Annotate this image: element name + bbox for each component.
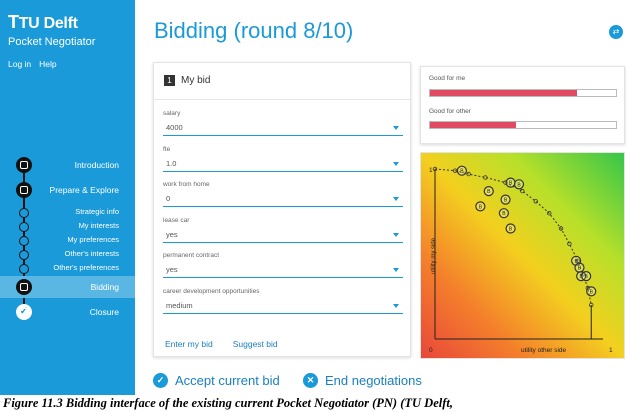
sidebar-step-prepare-explore[interactable]: Prepare & Explore: [0, 182, 135, 198]
swap-icon[interactable]: ⇄: [609, 25, 623, 39]
field-select[interactable]: 0: [163, 194, 403, 207]
bid-field-work-from-home: work from home 0: [163, 181, 403, 207]
bid-field-career-development-opportunities: career development opportunities medium: [163, 288, 403, 314]
chevron-down-icon: [393, 161, 399, 166]
step-dot-icon: [16, 157, 32, 173]
field-value: yes: [166, 265, 178, 274]
frontier-point: [533, 199, 538, 204]
step-dot-icon: [19, 250, 29, 260]
good-for-other-fill: [430, 122, 516, 128]
step-label: Strategic info: [75, 207, 119, 216]
step-dot-icon: [19, 236, 29, 246]
field-value: 4000: [166, 123, 183, 132]
bid-number-badge: 1: [164, 75, 175, 86]
y-tick-1: 1: [429, 167, 433, 174]
top-nav: Log in Help: [8, 59, 57, 69]
frontier-point: [520, 188, 525, 194]
step-label: Prepare & Explore: [49, 185, 119, 195]
sidebar-step-other-s-preferences[interactable]: Other's preferences: [0, 261, 135, 275]
bid-field-salary: salary 4000: [163, 110, 403, 136]
chevron-down-icon: [393, 303, 399, 308]
field-label: salary: [163, 110, 181, 117]
sidebar-step-my-preferences[interactable]: My preferences: [0, 233, 135, 247]
my-bid-header: 1 My bid: [164, 75, 210, 86]
sidebar-step-other-s-interests[interactable]: Other's interests: [0, 247, 135, 261]
field-label: work from home: [163, 181, 210, 188]
end-negotiations-label: End negotiations: [325, 373, 422, 388]
step-dot-icon: [16, 279, 32, 295]
step-dot-icon: [19, 264, 29, 274]
utility-plot[interactable]: BBBBBBBBBBBBB utility my side utility ot…: [420, 152, 625, 359]
chevron-down-icon: [393, 197, 399, 201]
step-label: Closure: [89, 307, 119, 317]
chevron-down-icon: [393, 232, 399, 237]
step-label: My preferences: [67, 235, 119, 244]
page-title: Bidding (round 8/10): [154, 18, 354, 43]
step-dot-icon: [16, 182, 32, 198]
field-value: yes: [166, 229, 178, 239]
y-axis-label: utility my side: [431, 237, 438, 275]
step-label: Introduction: [74, 160, 119, 170]
chevron-down-icon: [393, 126, 399, 130]
sidebar-step-introduction[interactable]: Introduction: [0, 157, 135, 173]
accept-bid-label: Accept current bid: [175, 373, 280, 388]
app-name: Pocket Negotiator: [8, 36, 96, 48]
chevron-down-icon: [393, 268, 399, 272]
field-select[interactable]: medium: [163, 301, 403, 314]
login-link[interactable]: Log in: [8, 59, 31, 69]
sidebar-step-bidding[interactable]: Bidding: [0, 276, 135, 298]
step-dot-icon: [19, 222, 29, 232]
good-for-me-fill: [430, 90, 577, 96]
x-axis-label: utility other side: [521, 347, 567, 354]
good-for-other-label: Good for other: [429, 108, 471, 115]
field-value: 0: [166, 194, 171, 203]
divider: [154, 99, 410, 100]
sidebar-step-my-interests[interactable]: My interests: [0, 219, 135, 233]
my-bid-title: My bid: [181, 75, 211, 86]
my-bid-card: 1 My bid salary 4000 fte 1.0 work from home 0…: [153, 62, 411, 357]
bid-field-permanent-contract: permanent contract yes: [163, 252, 403, 278]
field-select[interactable]: 4000: [163, 123, 403, 136]
field-label: permanent contract: [163, 252, 220, 259]
good-for-other-bar: [429, 121, 617, 129]
pareto-frontier: [434, 168, 592, 306]
logo-text: TU Delft: [18, 15, 78, 32]
bid-actions: Enter my bid Suggest bid: [165, 339, 278, 349]
field-select[interactable]: yes: [163, 265, 403, 278]
step-dot-icon: [19, 208, 29, 218]
close-circle-icon: ✕: [303, 373, 318, 388]
sidebar-step-strategic-info[interactable]: Strategic info: [0, 205, 135, 219]
field-value: 1.0: [166, 158, 177, 168]
x-tick-1: 1: [609, 347, 613, 354]
x-tick-0: 0: [429, 347, 433, 354]
field-label: lease car: [163, 216, 190, 224]
field-label: career development opportunities: [163, 287, 260, 295]
accept-bid-button[interactable]: ✓ Accept current bid: [153, 373, 280, 388]
good-for-me-label: Good for me: [429, 75, 466, 82]
end-negotiations-button[interactable]: ✕ End negotiations: [303, 373, 422, 388]
step-label: Other's interests: [64, 249, 119, 258]
check-circle-icon: ✓: [153, 373, 168, 388]
utility-card: Good for me Good for other: [420, 66, 625, 144]
sidebar-step-closure[interactable]: ✓ Closure: [0, 304, 135, 320]
suggest-bid-button[interactable]: Suggest bid: [233, 339, 278, 349]
field-select[interactable]: 1.0: [163, 159, 403, 172]
field-select[interactable]: yes: [163, 230, 403, 243]
field-label: fte: [163, 145, 171, 153]
good-for-me-bar: [429, 89, 617, 97]
enter-bid-button[interactable]: Enter my bid: [165, 339, 213, 349]
check-icon: ✓: [16, 304, 32, 320]
field-value: medium: [166, 300, 193, 310]
step-label: My interests: [78, 221, 119, 230]
bid-field-lease-car: lease car yes: [163, 217, 403, 243]
bid-field-fte: fte 1.0: [163, 146, 403, 172]
step-label: Other's preferences: [53, 263, 119, 272]
sidebar: TTU Delft Pocket Negotiator Log in Help …: [0, 0, 135, 395]
utility-plot-svg: BB BBBBBBBBB BB: [432, 165, 603, 340]
step-label: Bidding: [90, 282, 119, 292]
figure-caption: Figure 11.3 Bidding interface of the exi…: [3, 396, 453, 410]
help-link[interactable]: Help: [39, 59, 56, 69]
tu-delft-logo: TTU Delft: [8, 12, 78, 32]
frontier-point: [567, 241, 572, 246]
